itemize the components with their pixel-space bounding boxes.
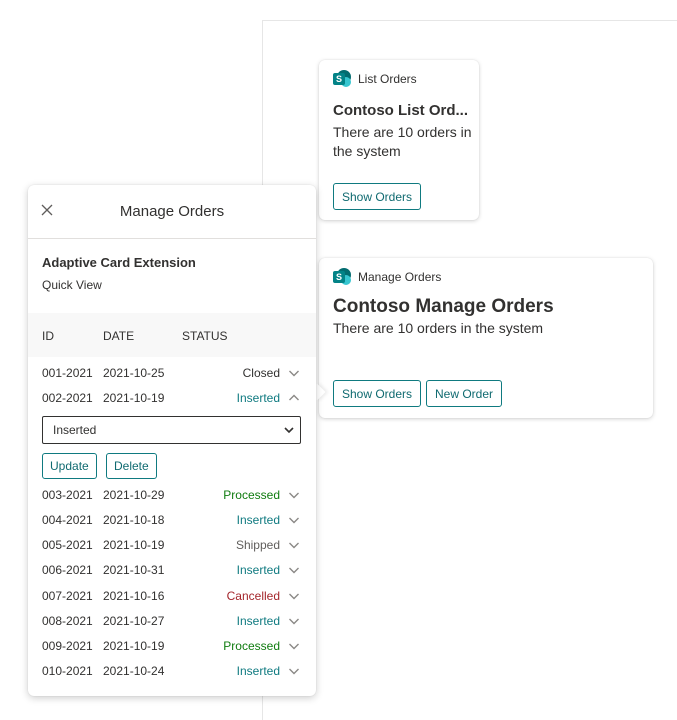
chevron-down-icon[interactable] [288, 564, 300, 576]
order-id: 008-2021 [42, 614, 93, 628]
order-id: 004-2021 [42, 513, 93, 527]
order-status: Inserted [236, 513, 280, 527]
order-row[interactable]: 002-2021 2021-10-19 Inserted [42, 389, 304, 409]
order-row[interactable]: 005-2021 2021-10-19 Shipped [42, 536, 304, 556]
update-button[interactable]: Update [42, 453, 97, 479]
workbench-canvas: S List Orders Contoso List Ord... There … [0, 0, 677, 720]
chevron-down-icon[interactable] [288, 367, 300, 379]
order-status: Inserted [236, 664, 280, 678]
list-orders-card[interactable]: S List Orders Contoso List Ord... There … [319, 60, 479, 220]
order-row[interactable]: 004-2021 2021-10-18 Inserted [42, 511, 304, 531]
order-status: Closed [242, 366, 280, 380]
delete-button[interactable]: Delete [106, 453, 157, 479]
order-date: 2021-10-29 [103, 488, 165, 502]
chevron-down-icon[interactable] [288, 615, 300, 627]
order-date: 2021-10-19 [103, 391, 165, 405]
order-date: 2021-10-18 [103, 513, 165, 527]
order-row[interactable]: 003-2021 2021-10-29 Processed [42, 486, 304, 506]
order-id: 009-2021 [42, 639, 93, 653]
order-date: 2021-10-25 [103, 366, 165, 380]
order-row[interactable]: 001-2021 2021-10-25 Closed [42, 364, 304, 384]
card-heading: Contoso Manage Orders [333, 296, 554, 317]
order-id: 006-2021 [42, 563, 93, 577]
column-header-date: DATE [103, 329, 135, 343]
chevron-down-icon[interactable] [288, 514, 300, 526]
extension-title: Adaptive Card Extension [42, 255, 196, 270]
chevron-down-icon[interactable] [288, 640, 300, 652]
order-row[interactable]: 007-2021 2021-10-16 Cancelled [42, 587, 304, 607]
sharepoint-icon: S [333, 268, 351, 286]
card-description: There are 10 orders in the system [333, 124, 472, 159]
sharepoint-icon: S [333, 70, 351, 88]
show-orders-button[interactable]: Show Orders [333, 380, 422, 407]
chevron-down-icon[interactable] [288, 489, 300, 501]
order-id: 010-2021 [42, 664, 93, 678]
order-id: 001-2021 [42, 366, 93, 380]
new-order-button[interactable]: New Order [426, 380, 503, 407]
manage-orders-card[interactable]: S Manage Orders Contoso Manage Orders Th… [319, 258, 653, 418]
status-select-value: Inserted [53, 423, 97, 437]
orders-table-header: ID DATE STATUS [28, 313, 316, 357]
order-row[interactable]: 006-2021 2021-10-31 Inserted [42, 561, 304, 581]
column-header-id: ID [42, 329, 54, 343]
order-status: Processed [223, 639, 280, 653]
order-id: 005-2021 [42, 538, 93, 552]
quick-view-panel: Manage Orders Adaptive Card Extension Qu… [28, 185, 316, 696]
close-icon[interactable] [40, 203, 54, 217]
order-row[interactable]: 009-2021 2021-10-19 Processed [42, 637, 304, 657]
order-date: 2021-10-31 [103, 563, 165, 577]
chevron-down-icon[interactable] [288, 590, 300, 602]
chevron-down-icon [284, 427, 294, 434]
order-row[interactable]: 010-2021 2021-10-24 Inserted [42, 662, 304, 682]
show-orders-button[interactable]: Show Orders [333, 183, 422, 210]
order-status: Processed [223, 488, 280, 502]
order-id: 002-2021 [42, 391, 93, 405]
card-heading: Contoso List Ord... [333, 102, 468, 119]
order-status: Shipped [235, 538, 280, 552]
card-header: S Manage Orders [333, 268, 441, 286]
order-date: 2021-10-19 [103, 538, 165, 552]
column-header-status: STATUS [182, 329, 228, 343]
card-app-name: List Orders [358, 72, 417, 86]
order-date: 2021-10-24 [103, 664, 165, 678]
order-id: 003-2021 [42, 488, 93, 502]
chevron-down-icon[interactable] [288, 665, 300, 677]
order-date: 2021-10-19 [103, 639, 165, 653]
chevron-up-icon[interactable] [288, 392, 300, 404]
order-status: Inserted [236, 391, 280, 405]
extension-subtitle: Quick View [42, 278, 102, 292]
quick-view-title: Manage Orders [119, 203, 225, 220]
card-header: S List Orders [333, 70, 417, 88]
order-id: 007-2021 [42, 589, 93, 603]
card-description: There are 10 orders in the system [333, 320, 544, 336]
header-divider [28, 238, 316, 239]
order-row[interactable]: 008-2021 2021-10-27 Inserted [42, 612, 304, 632]
order-date: 2021-10-27 [103, 614, 165, 628]
order-status: Inserted [236, 563, 280, 577]
canvas-border-top [262, 20, 677, 21]
order-date: 2021-10-16 [103, 589, 165, 603]
chevron-down-icon[interactable] [288, 539, 300, 551]
order-status: Inserted [236, 614, 280, 628]
card-app-name: Manage Orders [358, 270, 442, 284]
order-status: Cancelled [226, 589, 280, 603]
status-select[interactable]: Inserted [42, 416, 301, 444]
